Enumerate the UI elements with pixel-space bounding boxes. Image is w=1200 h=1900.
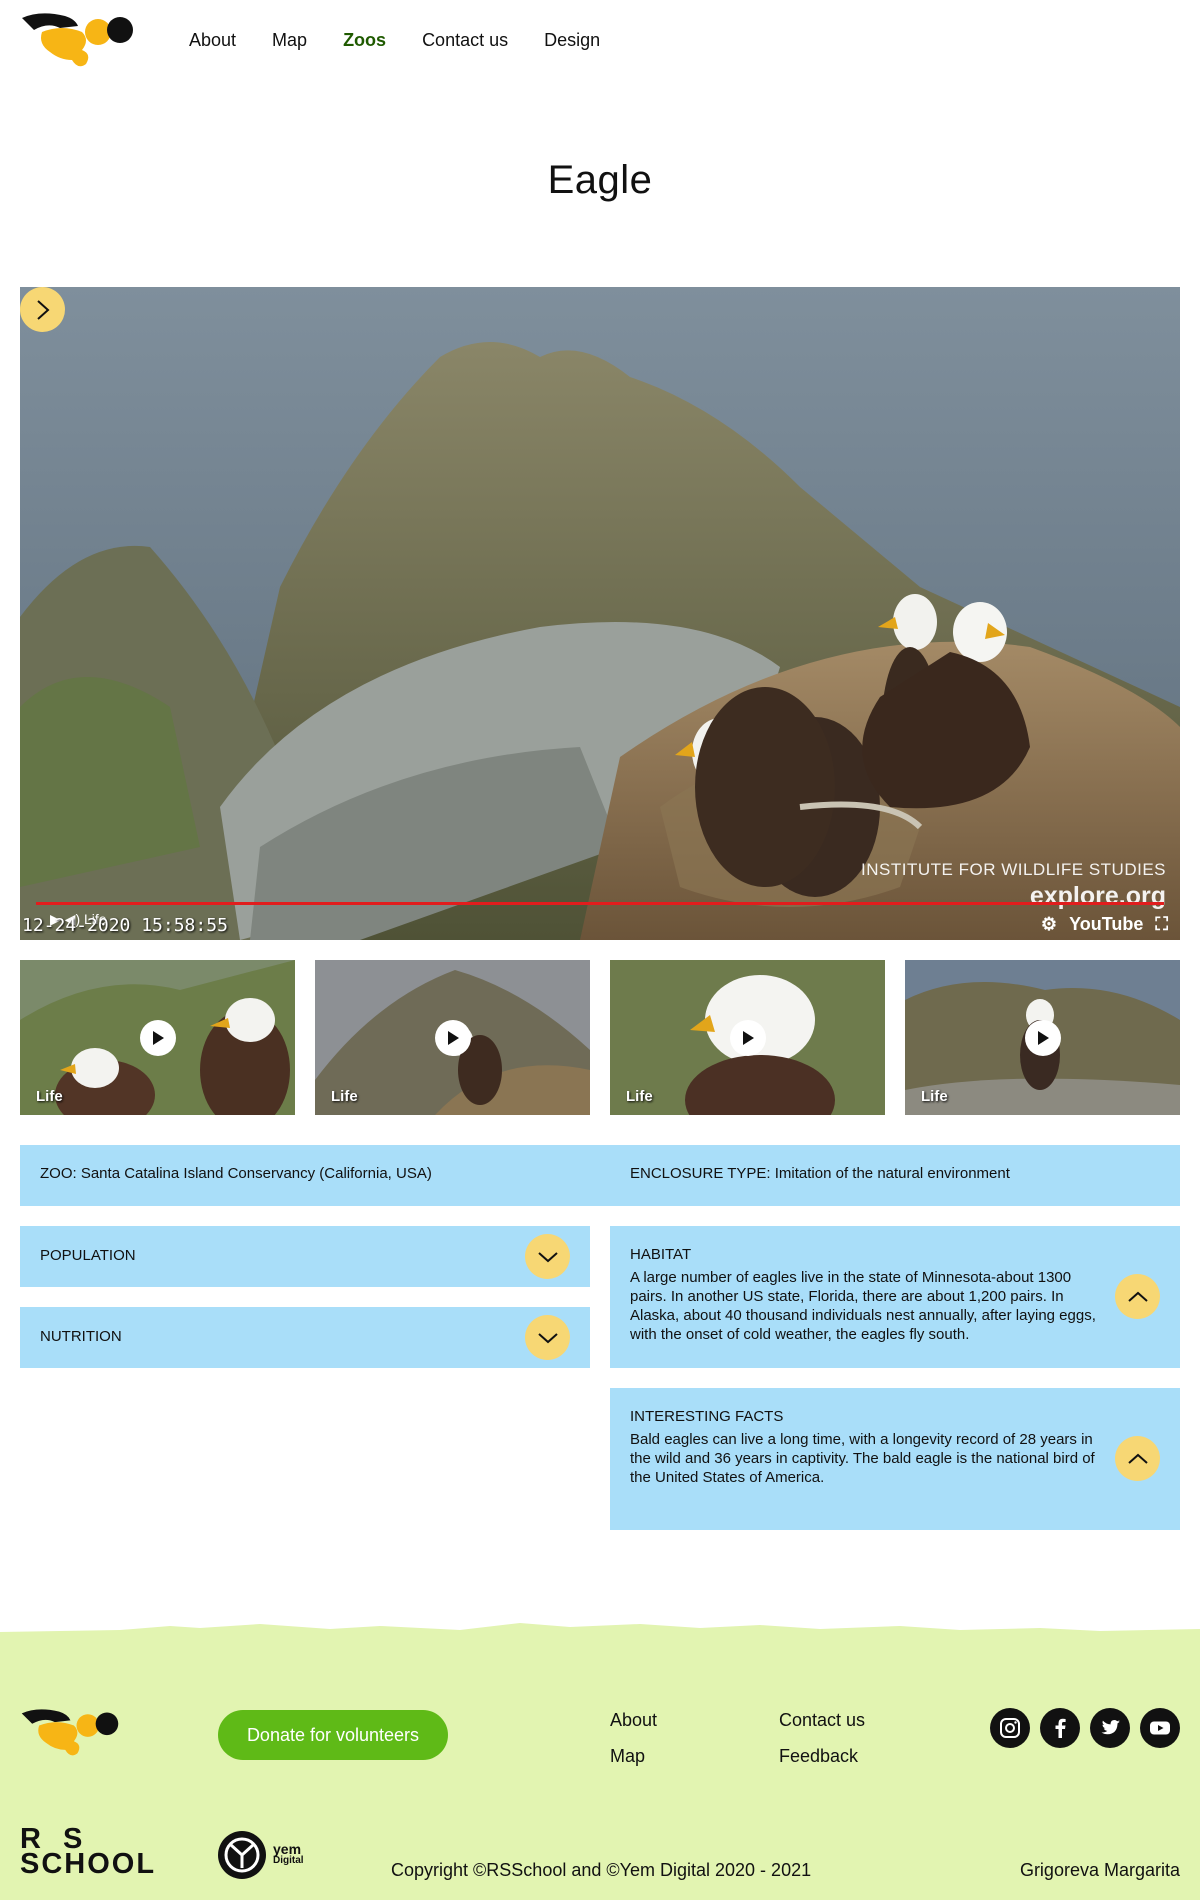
- site-logo[interactable]: [20, 10, 135, 70]
- nutrition-panel[interactable]: NUTRITION: [20, 1307, 590, 1368]
- nav-contact[interactable]: Contact us: [422, 30, 508, 51]
- habitat-text: A large number of eagles live in the sta…: [630, 1269, 1096, 1343]
- habitat-collapse-button[interactable]: [1115, 1274, 1160, 1319]
- facts-collapse-button[interactable]: [1115, 1436, 1160, 1481]
- donate-button[interactable]: Donate for volunteers: [218, 1710, 448, 1760]
- youtube-icon[interactable]: [1140, 1708, 1180, 1748]
- video-timestamp: 12-24-2020 15:58:55: [22, 915, 228, 936]
- yem-logo-sub: Digital: [273, 1855, 304, 1866]
- twitter-icon[interactable]: [1090, 1708, 1130, 1748]
- nav-zoos[interactable]: Zoos: [343, 30, 386, 51]
- footer-link-contact[interactable]: Contact us: [779, 1710, 865, 1731]
- nutrition-expand-button[interactable]: [525, 1315, 570, 1360]
- rs-school-logo[interactable]: R S SCHOOL: [20, 1825, 157, 1880]
- facebook-icon[interactable]: [1040, 1708, 1080, 1748]
- chevron-up-icon: [1127, 1453, 1148, 1464]
- footer-logo[interactable]: [20, 1705, 120, 1760]
- population-expand-button[interactable]: [525, 1234, 570, 1279]
- thumbnail-3[interactable]: Life: [610, 960, 885, 1115]
- footer-background: [0, 1623, 1200, 1900]
- video-progress-bar[interactable]: [36, 902, 1164, 905]
- zoo-name: ZOO: Santa Catalina Island Conservancy (…: [40, 1165, 432, 1182]
- author-name: Grigoreva Margarita: [1019, 1860, 1180, 1880]
- instagram-icon[interactable]: [990, 1708, 1030, 1748]
- page-title: Eagle: [547, 158, 653, 202]
- nutrition-title: NUTRITION: [40, 1328, 122, 1345]
- main-nav: About Map Zoos Contact us Design: [189, 30, 600, 51]
- zoo-info-bar: ZOO: Santa Catalina Island Conservancy (…: [20, 1145, 1180, 1206]
- population-panel[interactable]: POPULATION: [20, 1226, 590, 1287]
- nav-about[interactable]: About: [189, 30, 236, 51]
- facts-title: INTERESTING FACTS: [630, 1408, 784, 1425]
- footer-link-map[interactable]: Map: [610, 1746, 645, 1767]
- play-icon[interactable]: [434, 1019, 471, 1056]
- thumbnail-live-label: Life: [331, 1088, 358, 1105]
- chevron-right-icon: [36, 299, 49, 320]
- video-controls-right: ⚙ YouTube ⛶: [1041, 914, 1168, 935]
- yem-digital-logo[interactable]: yem Digital: [217, 1830, 304, 1880]
- settings-gear-icon[interactable]: ⚙: [1041, 914, 1057, 935]
- header: About Map Zoos Contact us Design: [0, 0, 1200, 90]
- interesting-facts-panel[interactable]: INTERESTING FACTS Bald eagles can live a…: [610, 1388, 1180, 1530]
- enclosure-type: ENCLOSURE TYPE: Imitation of the natural…: [630, 1165, 1010, 1182]
- next-video-button[interactable]: [20, 287, 65, 332]
- yem-digital-icon: [218, 1831, 266, 1879]
- population-title: POPULATION: [40, 1247, 136, 1264]
- chevron-down-icon: [537, 1251, 558, 1262]
- habitat-title: HABITAT: [630, 1246, 692, 1263]
- facts-text: Bald eagles can live a long time, with a…: [630, 1431, 1095, 1486]
- chevron-up-icon: [1127, 1291, 1148, 1302]
- video-thumbnails: Life Life Life Life: [20, 960, 1180, 1115]
- fullscreen-icon[interactable]: ⛶: [1155, 914, 1168, 935]
- video-frame-image: [20, 287, 1180, 940]
- thumbnail-live-label: Life: [626, 1088, 653, 1105]
- video-watermark-explore: explore.org: [1029, 882, 1166, 910]
- play-icon[interactable]: [1024, 1019, 1061, 1056]
- chevron-down-icon: [537, 1332, 558, 1343]
- thumbnail-4[interactable]: Life: [905, 960, 1180, 1115]
- thumbnail-2[interactable]: Life: [315, 960, 590, 1115]
- footer-link-feedback[interactable]: Feedback: [779, 1746, 858, 1767]
- thumbnail-1[interactable]: Life: [20, 960, 295, 1115]
- copyright-text: Copyright ©RSSchool and ©Yem Digital 202…: [391, 1860, 812, 1880]
- play-icon[interactable]: [139, 1019, 176, 1056]
- thumbnail-live-label: Life: [921, 1088, 948, 1105]
- yem-logo-text: yem: [273, 1841, 302, 1857]
- nav-map[interactable]: Map: [272, 30, 307, 51]
- footer-link-about[interactable]: About: [610, 1710, 657, 1731]
- thumbnail-live-label: Life: [36, 1088, 63, 1105]
- live-video-player[interactable]: INSTITUTE FOR WILDLIFE STUDIES explore.o…: [20, 287, 1180, 940]
- youtube-logo[interactable]: YouTube: [1069, 914, 1143, 935]
- rs-logo-line2: SCHOOL: [20, 1848, 157, 1880]
- nav-design[interactable]: Design: [544, 30, 600, 51]
- habitat-panel[interactable]: HABITAT A large number of eagles live in…: [610, 1226, 1180, 1368]
- play-icon[interactable]: [729, 1019, 766, 1056]
- video-watermark-institute: INSTITUTE FOR WILDLIFE STUDIES: [861, 860, 1166, 879]
